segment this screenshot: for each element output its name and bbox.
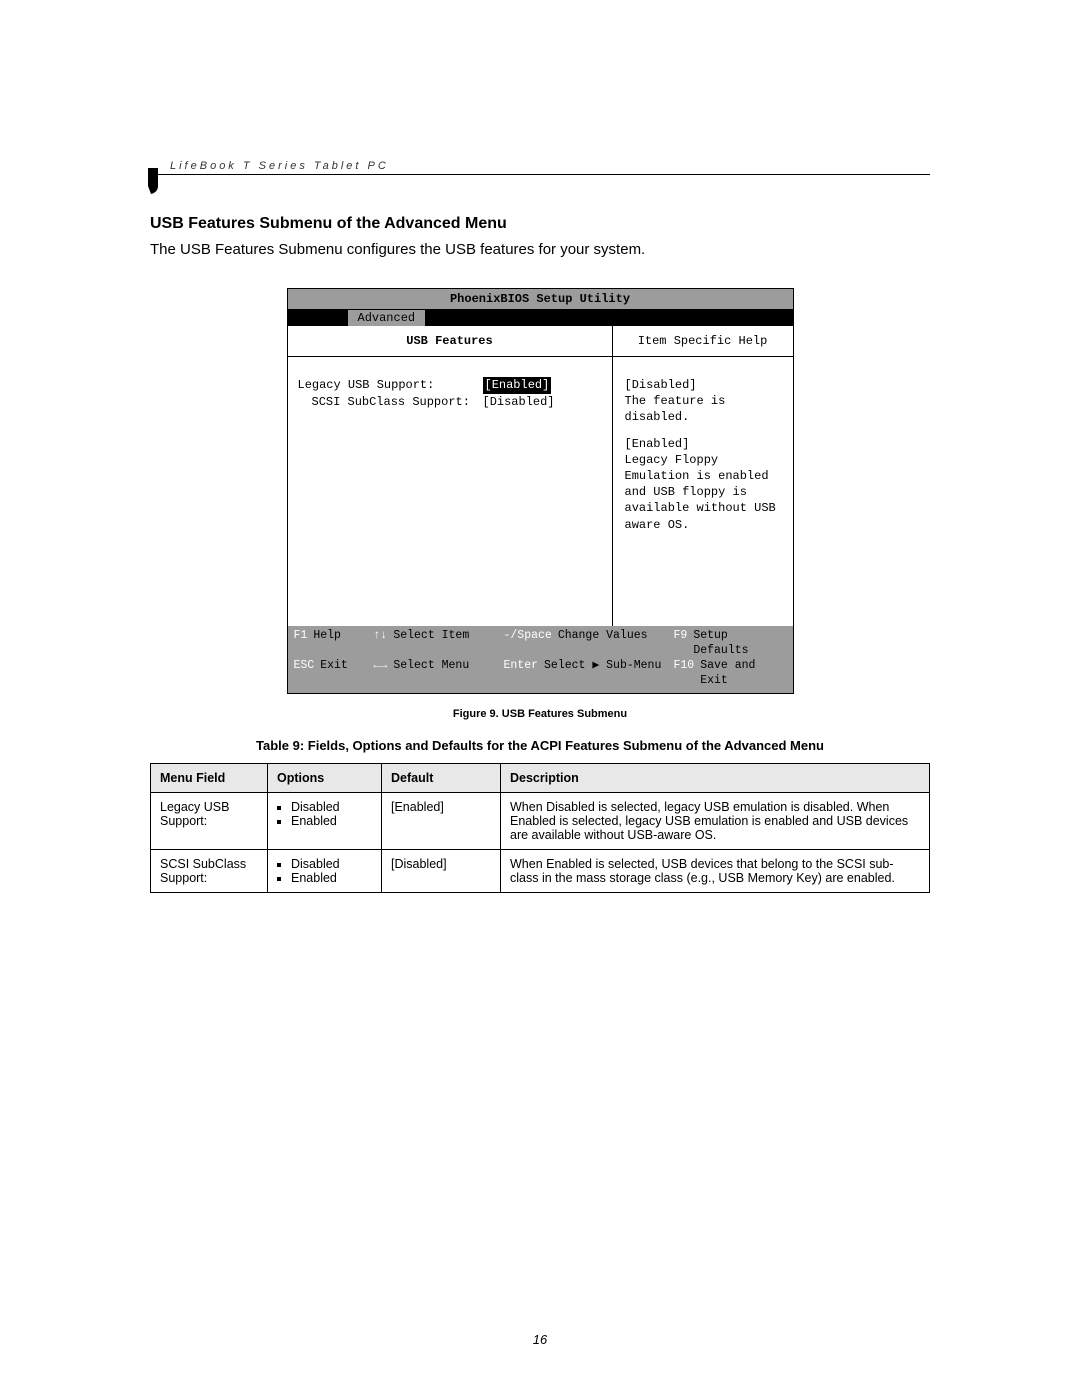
footer-key: Enter	[504, 659, 539, 689]
footer-action: Select Menu	[393, 659, 469, 689]
footer-key: F1	[294, 629, 308, 659]
cell-default: [Enabled]	[382, 792, 501, 849]
footer-action: Help	[313, 629, 341, 659]
figure-caption: Figure 9. USB Features Submenu	[150, 708, 930, 720]
footer-action: Change Values	[558, 629, 648, 659]
bios-screenshot: PhoenixBIOS Setup Utility Advanced USB F…	[287, 288, 794, 694]
bios-option-value-selected: [Enabled]	[483, 377, 552, 394]
bios-option-row: SCSI SubClass Support: [Disabled]	[298, 394, 602, 411]
help-disabled-label: [Disabled]	[625, 377, 781, 393]
th-options: Options	[268, 763, 382, 792]
help-disabled-text: The feature is disabled.	[625, 393, 781, 425]
bios-panel-title: USB Features	[288, 326, 612, 357]
product-name: LifeBook T Series Tablet PC	[150, 160, 389, 172]
section-title: USB Features Submenu of the Advanced Men…	[150, 215, 930, 233]
footer-key: ESC	[294, 659, 315, 689]
bios-tab-advanced: Advanced	[348, 310, 426, 326]
footer-action: Setup Defaults	[693, 629, 786, 659]
footer-action: Select ▶ Sub-Menu	[544, 659, 661, 689]
footer-key: -/Space	[504, 629, 552, 659]
footer-key: ↑↓	[374, 629, 388, 659]
option-item: Enabled	[291, 814, 372, 828]
bios-option-row: Legacy USB Support: [Enabled]	[298, 377, 602, 394]
bios-help-title: Item Specific Help	[613, 326, 793, 357]
option-item: Disabled	[291, 800, 372, 814]
document-page: LifeBook T Series Tablet PC USB Features…	[0, 0, 1080, 1397]
option-item: Disabled	[291, 857, 372, 871]
footer-key: ←→	[374, 659, 388, 689]
table-caption: Table 9: Fields, Options and Defaults fo…	[150, 738, 930, 753]
footer-key: F9	[674, 629, 688, 659]
th-menu-field: Menu Field	[151, 763, 268, 792]
footer-action: Exit	[320, 659, 348, 689]
table-row: SCSI SubClass Support: Disabled Enabled …	[151, 849, 930, 892]
cell-description: When Disabled is selected, legacy USB em…	[501, 792, 930, 849]
bios-option-value: [Disabled]	[483, 394, 555, 411]
cell-description: When Enabled is selected, USB devices th…	[501, 849, 930, 892]
page-header: LifeBook T Series Tablet PC	[150, 160, 930, 175]
help-enabled-text: Legacy Floppy Emulation is enabled and U…	[625, 452, 781, 533]
bios-title: PhoenixBIOS Setup Utility	[288, 289, 793, 310]
cell-options: Disabled Enabled	[268, 849, 382, 892]
bios-tab-bar: Advanced	[288, 310, 793, 326]
cell-field: Legacy USB Support:	[151, 792, 268, 849]
section-intro: The USB Features Submenu configures the …	[150, 241, 930, 258]
page-number: 16	[0, 1332, 1080, 1347]
bios-option-label: SCSI SubClass Support:	[312, 394, 483, 411]
footer-action: Save and Exit	[700, 659, 786, 689]
table-row: Legacy USB Support: Disabled Enabled [En…	[151, 792, 930, 849]
cell-default: [Disabled]	[382, 849, 501, 892]
cell-options: Disabled Enabled	[268, 792, 382, 849]
help-enabled-label: [Enabled]	[625, 436, 781, 452]
bios-help-panel: Item Specific Help [Disabled] The featur…	[613, 326, 793, 626]
footer-action: Select Item	[393, 629, 469, 659]
bios-option-label: Legacy USB Support:	[298, 377, 483, 394]
option-item: Enabled	[291, 871, 372, 885]
th-description: Description	[501, 763, 930, 792]
cell-field: SCSI SubClass Support:	[151, 849, 268, 892]
footer-key: F10	[674, 659, 695, 689]
bios-footer: F1Help ↑↓Select Item -/SpaceChange Value…	[288, 626, 793, 693]
bios-main-panel: USB Features Legacy USB Support: [Enable…	[288, 326, 613, 626]
th-default: Default	[382, 763, 501, 792]
options-table: Menu Field Options Default Description L…	[150, 763, 930, 893]
